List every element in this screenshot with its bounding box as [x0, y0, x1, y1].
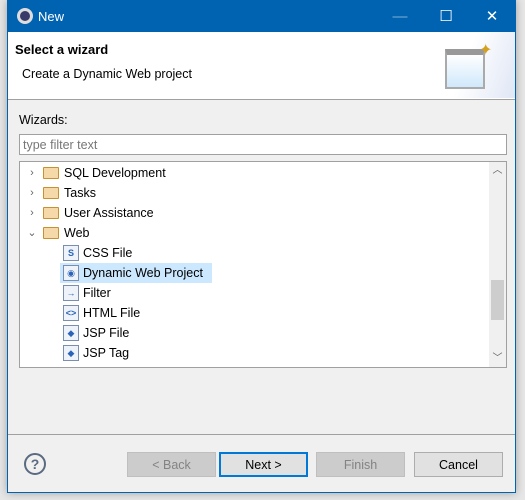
finish-button[interactable]: Finish [316, 452, 405, 477]
wizard-banner-icon: ✦ [435, 32, 515, 98]
wizards-label: Wizards: [19, 113, 68, 127]
tree-item-label: Web [64, 226, 90, 240]
tree-item-label: Filter [83, 286, 111, 300]
page-description: Create a Dynamic Web project [22, 67, 192, 81]
chevron-right-icon[interactable]: › [26, 183, 38, 203]
chevron-right-icon[interactable]: › [26, 203, 38, 223]
title-bar: New — ☐ ✕ [8, 1, 515, 32]
maximize-button[interactable]: ☐ [423, 1, 469, 32]
eclipse-icon [17, 8, 33, 24]
tree-item[interactable]: ◉ Dynamic Web Project [60, 263, 212, 283]
tree-item[interactable]: › SQL Development [24, 163, 224, 183]
tree-item[interactable]: S CSS File [60, 243, 260, 263]
filter-icon: → [63, 285, 79, 301]
jsp-file-icon: ◆ [63, 325, 79, 341]
jsp-tag-icon: ◆ [63, 345, 79, 361]
back-button[interactable]: < Back [127, 452, 216, 477]
tree-item[interactable]: → Filter [60, 283, 260, 303]
close-button[interactable]: ✕ [469, 1, 515, 32]
tree-item[interactable]: › User Assistance [24, 203, 224, 223]
folder-icon [43, 187, 59, 199]
tree-item-label: JSP File [83, 326, 130, 340]
scroll-down-icon[interactable]: ﹀ [489, 350, 506, 367]
chevron-down-icon[interactable]: ⌄ [26, 223, 38, 243]
chevron-right-icon[interactable]: › [26, 163, 38, 183]
css-file-icon: S [63, 245, 79, 261]
scrollbar-thumb[interactable] [491, 280, 504, 320]
tree-item-label: HTML File [83, 306, 141, 320]
divider [8, 434, 515, 435]
help-icon[interactable]: ? [24, 453, 46, 475]
html-file-icon: <> [63, 305, 79, 321]
tree-item[interactable]: › Tasks [24, 183, 224, 203]
tree-item-label: Dynamic Web Project [83, 266, 203, 280]
tree-item[interactable]: <> HTML File [60, 303, 260, 323]
web-project-icon: ◉ [63, 265, 79, 281]
wizard-header: Select a wizard Create a Dynamic Web pro… [8, 32, 515, 100]
vertical-scrollbar[interactable]: ︿ ﹀ [489, 162, 506, 367]
tree-item-label: User Assistance [64, 206, 154, 220]
folder-icon [43, 167, 59, 179]
folder-icon [43, 227, 59, 239]
tree-item-label: SQL Development [64, 166, 166, 180]
tree-item[interactable]: ◆ JSP File [60, 323, 260, 343]
minimize-button[interactable]: — [377, 1, 423, 32]
window-title: New [38, 9, 65, 24]
filter-input[interactable] [19, 134, 507, 155]
tree-item[interactable]: ◆ JSP Tag [60, 343, 260, 363]
tree-item-label: Tasks [64, 186, 96, 200]
next-button[interactable]: Next > [219, 452, 308, 477]
page-title: Select a wizard [15, 42, 109, 57]
new-wizard-dialog: New — ☐ ✕ Select a wizard Create a Dynam… [7, 0, 516, 493]
folder-icon [43, 207, 59, 219]
tree-item-label: JSP Tag [83, 346, 130, 360]
tree-item-label: CSS File [83, 246, 133, 260]
wizard-tree[interactable]: ︿ ﹀ › SQL Development › Tasks › User Assistan… [19, 161, 507, 368]
scroll-up-icon[interactable]: ︿ [489, 162, 506, 179]
cancel-button[interactable]: Cancel [414, 452, 503, 477]
tree-item[interactable]: ⌄ Web [24, 223, 224, 243]
